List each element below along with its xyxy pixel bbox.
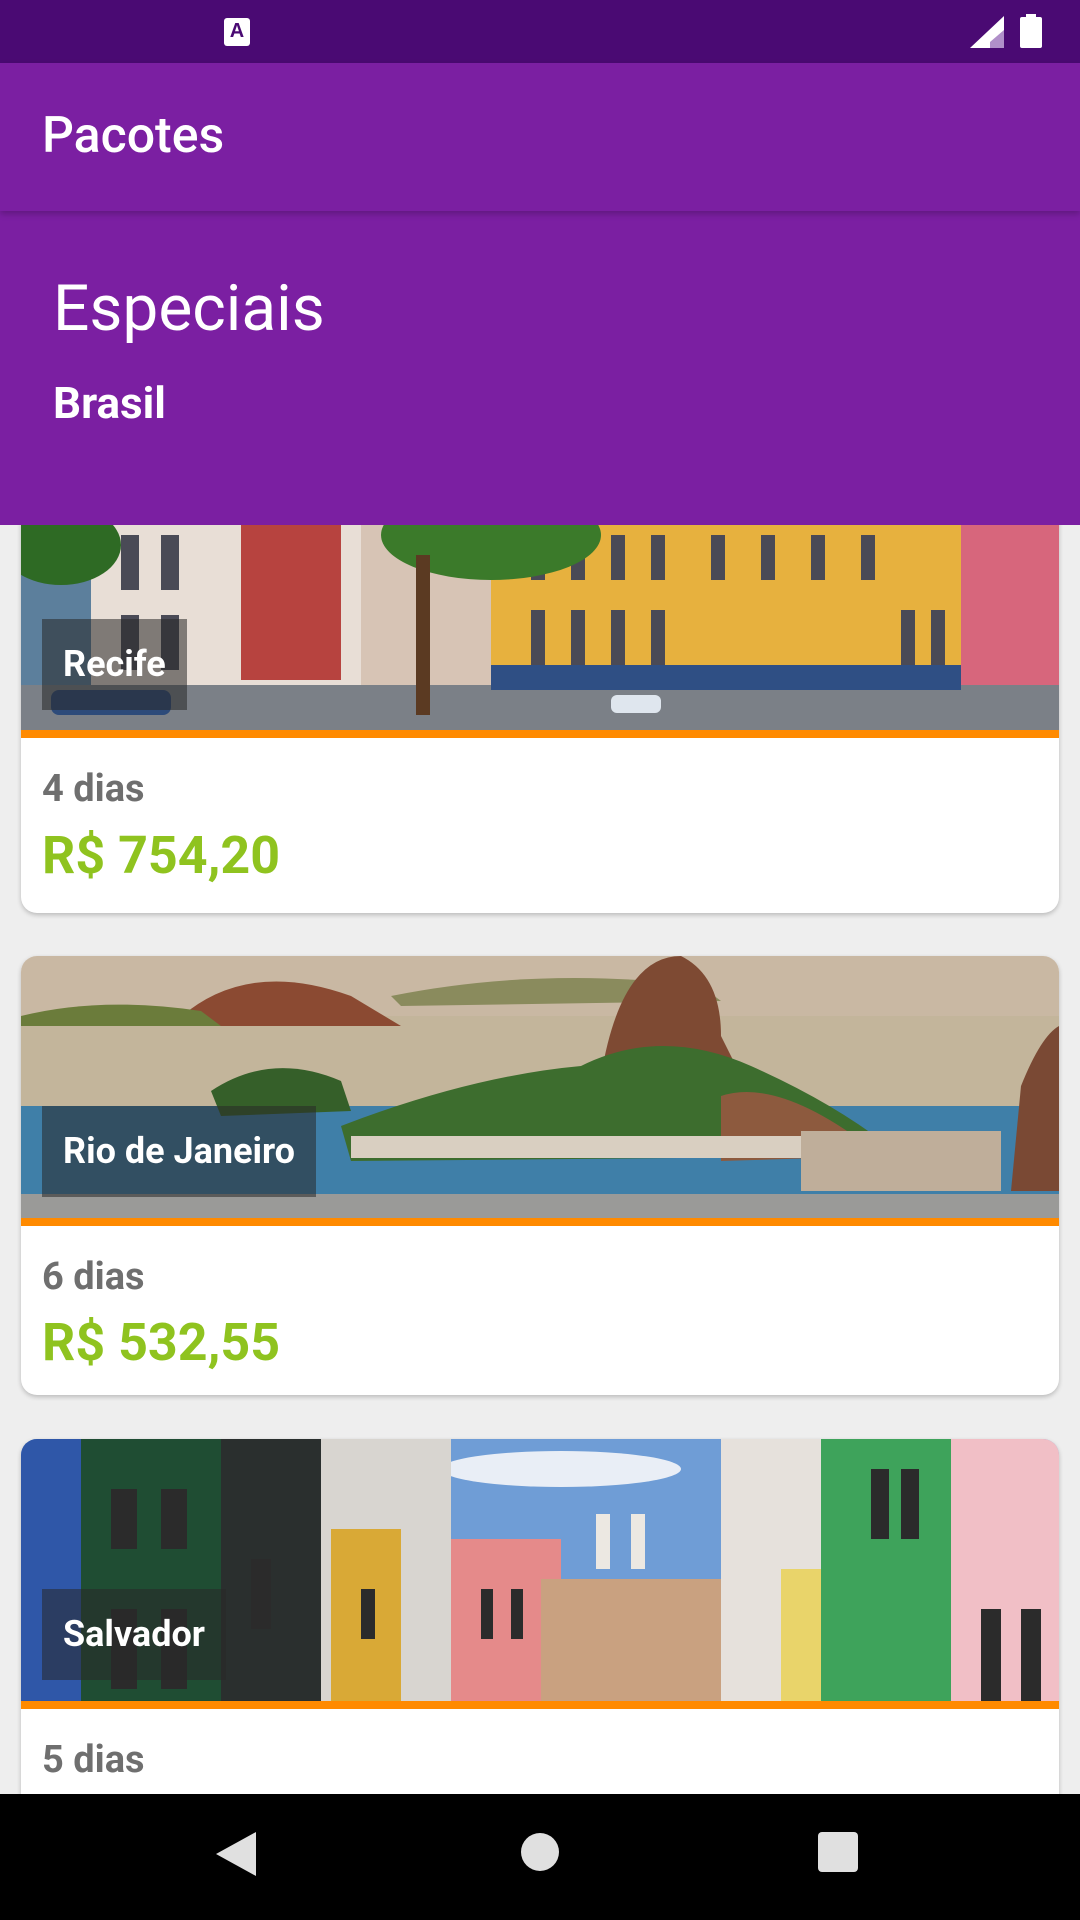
- package-days: 6 dias: [42, 1255, 145, 1299]
- accent-stripe: [21, 1218, 1059, 1226]
- recents-square-icon[interactable]: [818, 1832, 858, 1872]
- status-bar: A: [0, 0, 1080, 63]
- package-price: R$ 532,55: [42, 1312, 281, 1373]
- accent-stripe: [21, 730, 1059, 738]
- package-place-label: Rio de Janeiro: [42, 1106, 316, 1197]
- accent-stripe: [21, 1701, 1059, 1709]
- category-header: Especiais Brasil: [0, 211, 1080, 525]
- a-accessibility-icon: A: [224, 18, 250, 46]
- back-triangle-icon[interactable]: [216, 1832, 256, 1876]
- package-days: 5 dias: [42, 1738, 145, 1782]
- package-card-salvador[interactable]: Salvador 5 dias: [21, 1439, 1059, 1794]
- app-bar: Pacotes: [0, 63, 1080, 211]
- package-price: R$ 754,20: [42, 825, 281, 886]
- package-list[interactable]: Recife 4 dias R$ 754,20 Rio de Janeiro 6…: [0, 525, 1080, 1794]
- cellular-signal-icon: [970, 16, 1004, 48]
- navigation-bar: [0, 1794, 1080, 1920]
- package-card-recife[interactable]: Recife 4 dias R$ 754,20: [21, 525, 1059, 913]
- category-title: Especiais: [53, 271, 325, 346]
- package-days: 4 dias: [42, 767, 145, 811]
- package-place-label: Salvador: [42, 1589, 226, 1680]
- package-place-label: Recife: [42, 619, 187, 710]
- category-subtitle: Brasil: [53, 377, 166, 429]
- battery-full-icon: [1020, 14, 1042, 48]
- home-circle-icon[interactable]: [521, 1833, 559, 1871]
- package-card-rio-de-janeiro[interactable]: Rio de Janeiro 6 dias R$ 532,55: [21, 956, 1059, 1395]
- app-bar-title: Pacotes: [42, 107, 225, 165]
